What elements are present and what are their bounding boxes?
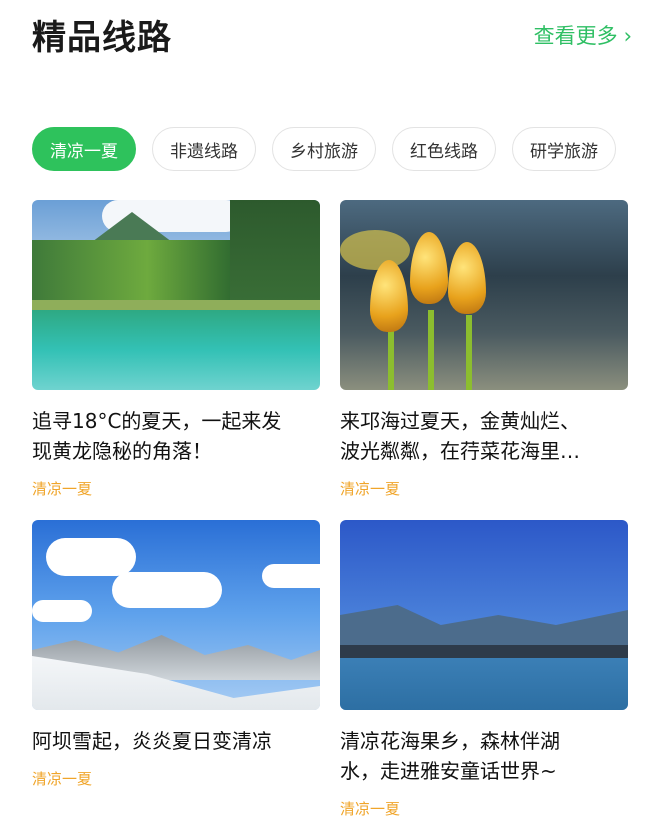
lake-forest-photo[interactable] — [32, 200, 320, 390]
card-tag: 清凉一夏 — [340, 800, 401, 818]
card-title[interactable]: 追寻18°C的夏天，一起来发 现黄龙隐秘的角落！ — [32, 406, 320, 466]
tab-feiyi-xianlu[interactable]: 非遗线路 — [152, 127, 256, 171]
snow-mountains-photo[interactable] — [32, 520, 320, 710]
lotus-buds-photo[interactable] — [340, 200, 628, 390]
route-card[interactable]: 阿坝雪起，炎炎夏日变清凉 清凉一夏 — [32, 520, 320, 789]
card-title[interactable]: 清凉花海果乡，森林伴湖 水，走进雅安童话世界~ — [340, 726, 628, 786]
route-card[interactable]: 清凉花海果乡，森林伴湖 水，走进雅安童话世界~ 清凉一夏 — [340, 520, 628, 819]
tab-yanxue-lvyou[interactable]: 研学旅游 — [512, 127, 616, 171]
route-card[interactable]: 追寻18°C的夏天，一起来发 现黄龙隐秘的角落！ 清凉一夏 — [32, 200, 320, 499]
tab-hongse-xianlu[interactable]: 红色线路 — [392, 127, 496, 171]
view-more-label: 查看更多 — [533, 24, 618, 48]
chevron-right-icon: › — [623, 24, 632, 48]
card-title[interactable]: 来邛海过夏天，金黄灿烂、 波光粼粼，在荇菜花海里… — [340, 406, 628, 466]
card-title[interactable]: 阿坝雪起，炎炎夏日变清凉 — [32, 726, 320, 756]
tab-xiangcun-lvyou[interactable]: 乡村旅游 — [272, 127, 376, 171]
card-tag: 清凉一夏 — [340, 480, 401, 498]
route-card[interactable]: 来邛海过夏天，金黄灿烂、 波光粼粼，在荇菜花海里… 清凉一夏 — [340, 200, 628, 499]
card-tag: 清凉一夏 — [32, 770, 93, 788]
tab-qingliang-yixia[interactable]: 清凉一夏 — [32, 127, 136, 171]
page-title: 精品线路 — [32, 18, 172, 58]
section-header: 精品线路 查看更多 › — [32, 10, 642, 60]
card-tag: 清凉一夏 — [32, 480, 93, 498]
category-tabs: 清凉一夏 非遗线路 乡村旅游 红色线路 研学旅游 — [32, 127, 616, 171]
blue-lake-photo[interactable] — [340, 520, 628, 710]
view-more-link[interactable]: 查看更多 › — [534, 20, 632, 50]
